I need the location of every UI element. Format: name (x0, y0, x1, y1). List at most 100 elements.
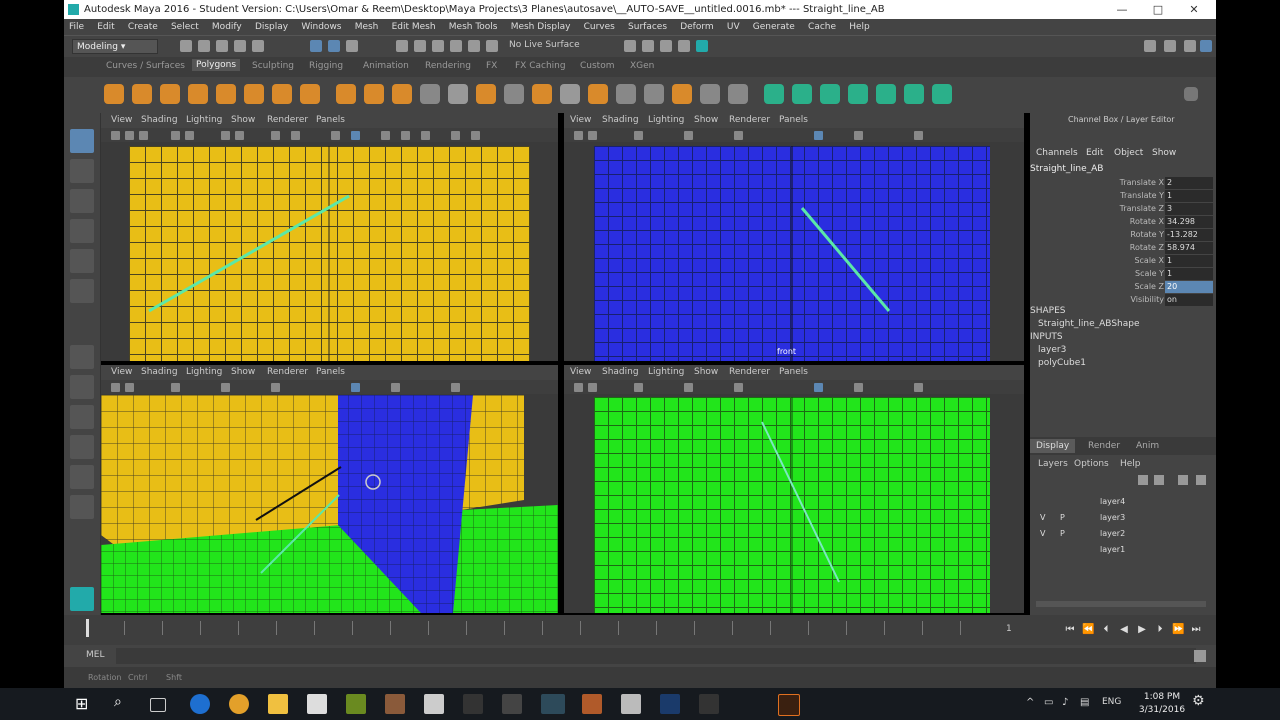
motion-blur-icon[interactable] (421, 131, 430, 140)
camera-attr-icon[interactable] (125, 131, 134, 140)
attr-translate-y[interactable]: Translate Y1 (1030, 190, 1216, 203)
app-4-icon[interactable] (463, 694, 483, 714)
wireframe-icon[interactable] (684, 131, 693, 140)
poly-tool-3-icon[interactable] (820, 84, 840, 104)
shelf-tab-xgen[interactable]: XGen (630, 61, 654, 71)
current-frame-field[interactable]: 1 (1006, 624, 1012, 634)
viewport-bottom-left[interactable]: View Shading Lighting Show Renderer Pane… (101, 365, 558, 613)
vp-menu-show[interactable]: Show (694, 367, 718, 377)
ambient-occlusion-icon[interactable] (401, 131, 410, 140)
render-settings-icon[interactable] (678, 40, 690, 52)
layer-menu-options[interactable]: Options (1074, 459, 1109, 469)
antialias-icon[interactable] (854, 131, 863, 140)
maximize-button[interactable]: □ (1140, 0, 1176, 19)
attribute-editor-icon[interactable] (1164, 40, 1176, 52)
viewport-top-right[interactable]: View Shading Lighting Show Renderer Pane… (564, 113, 1024, 361)
insert-edge-loop-icon[interactable] (588, 84, 608, 104)
tool-settings-icon[interactable] (1184, 40, 1196, 52)
wireframe-icon[interactable] (221, 383, 230, 392)
taskbar-clock[interactable]: 1:08 PM 3/31/2016 (1136, 691, 1188, 717)
separate-icon[interactable] (364, 84, 384, 104)
camera-icon[interactable] (111, 131, 120, 140)
camera-attr-icon[interactable] (125, 383, 134, 392)
vp-menu-show[interactable]: Show (231, 367, 255, 377)
select-by-component-icon[interactable] (346, 40, 358, 52)
vp-menu-shading[interactable]: Shading (141, 367, 178, 377)
layer-playback-toggle[interactable]: P (1060, 529, 1065, 538)
exposure-icon[interactable] (914, 383, 923, 392)
paint-select-tool-icon[interactable] (70, 189, 94, 213)
move-layer-up-icon[interactable] (1138, 475, 1148, 485)
attr-rotate-z[interactable]: Rotate Z 58.974 (1030, 242, 1216, 255)
camera-icon[interactable] (574, 131, 583, 140)
attr-value[interactable]: 1 (1165, 268, 1213, 280)
extrude-icon[interactable] (448, 84, 468, 104)
vp-menu-lighting[interactable]: Lighting (648, 115, 684, 125)
app-3-icon[interactable] (424, 694, 444, 714)
attr-value[interactable]: 2 (1165, 177, 1213, 189)
single-perspective-layout-icon[interactable] (70, 345, 94, 369)
poly-torus-icon[interactable] (244, 84, 264, 104)
hypershade-icon[interactable] (696, 40, 708, 52)
search-icon[interactable]: ⌕ (114, 694, 122, 710)
shelf-tab-animation[interactable]: Animation (363, 61, 409, 71)
vp-menu-view[interactable]: View (570, 367, 591, 377)
channel-box-toggle-icon[interactable] (1200, 40, 1212, 52)
poly-tool-5-icon[interactable] (876, 84, 896, 104)
film-gate-icon[interactable] (185, 131, 194, 140)
exposure-icon[interactable] (914, 131, 923, 140)
play-backwards-icon[interactable]: ◀ (1118, 624, 1130, 635)
settings-gear-icon[interactable]: ⚙ (1192, 693, 1205, 709)
select-tool-icon[interactable] (70, 129, 94, 153)
app-8-icon[interactable] (699, 694, 719, 714)
step-back-frame-icon[interactable]: ⏴ (1100, 624, 1112, 635)
current-time-marker[interactable] (86, 619, 89, 637)
vp-menu-show[interactable]: Show (694, 115, 718, 125)
poly-prism-icon[interactable] (272, 84, 292, 104)
lights-icon[interactable] (271, 383, 280, 392)
input-node[interactable]: layer3 (1038, 345, 1066, 355)
vp-menu-shading[interactable]: Shading (602, 367, 639, 377)
camera-attr-icon[interactable] (588, 383, 597, 392)
layer-tab-display[interactable]: Display (1030, 439, 1076, 453)
menu-uv[interactable]: UV (727, 19, 740, 35)
vp-menu-lighting[interactable]: Lighting (186, 367, 222, 377)
vp-menu-shading[interactable]: Shading (141, 115, 178, 125)
maya-taskbar-icon[interactable] (541, 694, 565, 714)
play-forwards-icon[interactable]: ▶ (1136, 624, 1148, 635)
snap-curve-icon[interactable] (414, 40, 426, 52)
four-view-layout-icon[interactable] (70, 375, 94, 399)
start-windows-icon[interactable]: ⊞ (75, 694, 88, 713)
attr-scale-z[interactable]: Scale Z 20 (1030, 281, 1216, 294)
poly-cube-icon[interactable] (132, 84, 152, 104)
smooth-icon[interactable] (392, 84, 412, 104)
lights-icon[interactable] (734, 383, 743, 392)
attr-translate-x[interactable]: Translate X2 (1030, 177, 1216, 190)
app-5-icon[interactable] (502, 694, 522, 714)
language-indicator[interactable]: ENG (1102, 697, 1121, 707)
menu-cache[interactable]: Cache (808, 19, 836, 35)
poly-tool-2-icon[interactable] (792, 84, 812, 104)
shelf-tab-fx[interactable]: FX (486, 61, 497, 71)
attr-rotate-x[interactable]: Rotate X 34.298 (1030, 216, 1216, 229)
snap-surface-icon[interactable] (468, 40, 480, 52)
move-tool-icon[interactable] (70, 219, 94, 243)
cb-menu-object[interactable]: Object (1114, 148, 1143, 158)
maya-home-icon[interactable] (70, 587, 94, 611)
layer-visibility-toggle[interactable]: V (1040, 529, 1045, 538)
attr-value[interactable]: 20 (1165, 281, 1213, 293)
antialias-icon[interactable] (381, 131, 390, 140)
bevel-icon[interactable] (504, 84, 524, 104)
persp-graph-layout-icon[interactable] (70, 435, 94, 459)
attr-value[interactable]: -13.282 (1165, 229, 1213, 241)
poly-tool-6-icon[interactable] (904, 84, 924, 104)
poly-cylinder-icon[interactable] (160, 84, 180, 104)
lights-icon[interactable] (271, 131, 280, 140)
shelf-options-icon[interactable] (1184, 87, 1198, 101)
rotate-tool-icon[interactable] (70, 249, 94, 273)
attr-value[interactable]: 3 (1165, 203, 1213, 215)
step-forward-key-icon[interactable]: ⏩ (1172, 624, 1184, 635)
step-back-key-icon[interactable]: ⏪ (1082, 624, 1094, 635)
menu-curves[interactable]: Curves (584, 19, 615, 35)
viewport-bottom-right[interactable]: View Shading Lighting Show Renderer Pane… (564, 365, 1024, 613)
